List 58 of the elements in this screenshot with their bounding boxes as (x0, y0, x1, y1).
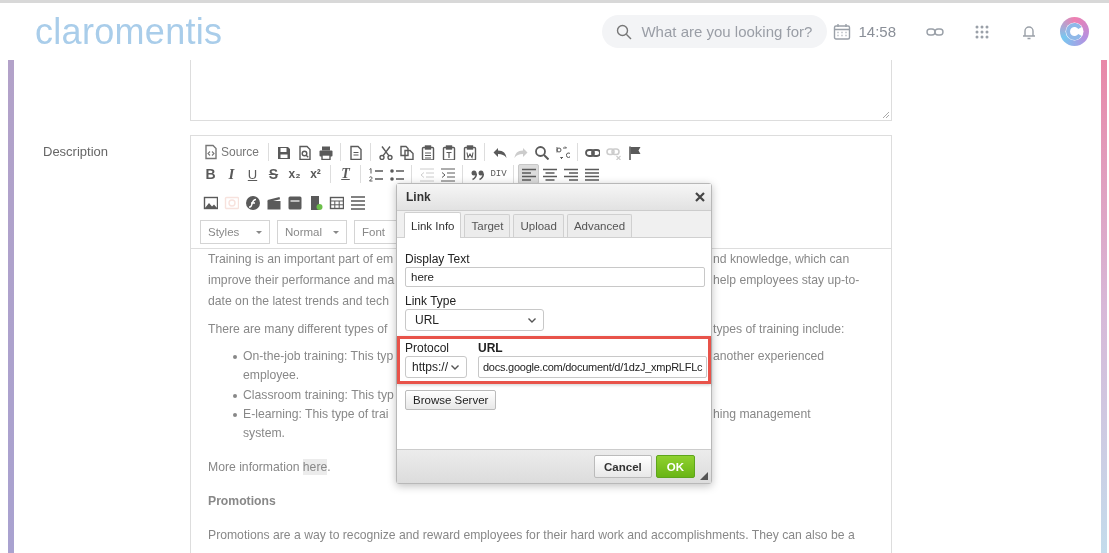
cancel-button[interactable]: Cancel (594, 455, 652, 478)
dialog-title: Link (406, 190, 431, 204)
field-label: Protocol (405, 341, 451, 355)
calendar-icon (833, 22, 852, 41)
text-line: employee. (243, 367, 300, 385)
chevron-icon (527, 316, 537, 324)
remove-format-button[interactable]: T (335, 164, 356, 184)
text-line: Promotions are a way to recognize and reward employees for their hard work and accomplishments. They can also be a (208, 527, 855, 545)
text-line: system. (243, 425, 285, 443)
text-line: nd knowledge, which can (713, 251, 850, 268)
style-dropdown[interactable]: Normal (277, 220, 347, 244)
clock-time: 14:58 (858, 23, 896, 40)
tab[interactable]: Link Info (404, 212, 462, 238)
text-line: On-the-job training: This typ (243, 348, 395, 365)
chevron-icon (450, 363, 460, 371)
section-heading: Promotions (208, 493, 277, 511)
tab[interactable]: Advanced (566, 214, 633, 237)
bullet (233, 393, 237, 398)
align-left-icon[interactable] (518, 164, 539, 184)
bold-button[interactable]: B (200, 164, 221, 184)
protocol-select[interactable]: https:// (405, 356, 467, 378)
url-field[interactable]: docs.google.com/document/d/1dzJ_xmpRLFLc (478, 356, 708, 378)
strikethrough-button[interactable]: S (263, 164, 284, 184)
bullet (233, 412, 237, 417)
text-line: another experienced (713, 348, 825, 365)
avatar[interactable] (1060, 17, 1089, 46)
underline-button[interactable]: U (242, 164, 263, 184)
browse-server-button[interactable]: Browse Server (405, 390, 497, 410)
text-line: help employees stay up-to- (713, 272, 860, 289)
tab[interactable]: Upload (513, 214, 564, 237)
field-label: Display Text (405, 252, 471, 266)
close-icon[interactable] (695, 192, 705, 202)
search-field[interactable]: What are you looking for? (602, 15, 828, 48)
display-text-field[interactable]: here (405, 267, 705, 287)
text-line: improve their performance and ma (208, 272, 396, 289)
superscript-button[interactable]: x² (305, 164, 326, 184)
source-icon (203, 144, 217, 160)
div-button[interactable]: DIV (488, 164, 509, 184)
resize-grip-icon[interactable] (882, 111, 889, 118)
text-line: E-learning: This type of trai (243, 405, 390, 423)
italic-button[interactable]: I (221, 164, 242, 184)
field-label: Description (42, 143, 110, 161)
tab[interactable]: Target (464, 214, 511, 237)
resize-grip-icon[interactable] (700, 472, 708, 480)
field-label: URL (478, 341, 504, 355)
text-line: Classroom training: This typ (243, 386, 394, 404)
text-line: date on the latest trends and tech (208, 293, 389, 310)
style-dropdown[interactable]: Styles (200, 220, 270, 244)
link-type-select[interactable]: URL (405, 309, 544, 331)
text-line: Training is an important part of em (208, 251, 395, 268)
field-label: Link Type (405, 294, 458, 308)
text-line: hing management (713, 405, 811, 423)
text-line: There are many different types of (208, 321, 389, 338)
app-grid-icon[interactable] (974, 23, 990, 40)
bullet (233, 355, 237, 359)
text-line: types of training include: (713, 321, 845, 338)
subscript-button[interactable]: x₂ (284, 164, 305, 184)
source-button[interactable]: Source (200, 142, 265, 162)
